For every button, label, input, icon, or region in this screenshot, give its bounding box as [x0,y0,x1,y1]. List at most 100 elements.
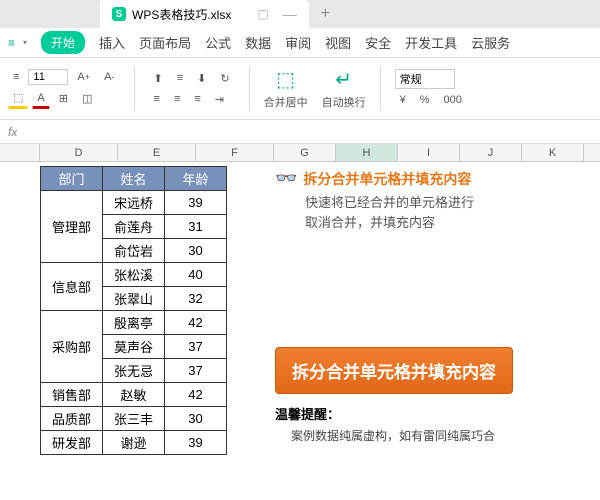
number-format-select[interactable]: 常规 [395,69,455,89]
formula-bar: fx [0,120,600,144]
menu-insert[interactable]: 插入 [99,33,125,52]
font-color-icon[interactable]: A [32,89,49,109]
header-cell[interactable]: 部门 [41,167,103,191]
remind-text: 案例数据纯属虚构，如有雷同纯属巧合 [291,427,565,444]
increase-font-icon[interactable]: A+ [72,68,95,86]
age-cell[interactable]: 32 [165,287,227,311]
col-header-I[interactable]: I [398,144,460,161]
name-cell[interactable]: 张松溪 [103,263,165,287]
age-cell[interactable]: 31 [165,215,227,239]
menu-devtools[interactable]: 开发工具 [405,33,457,52]
header-cell[interactable]: 姓名 [103,167,165,191]
age-cell[interactable]: 42 [165,311,227,335]
dept-cell[interactable]: 品质部 [41,407,103,431]
data-table: 部门姓名年龄 管理部宋远桥39俞莲舟31俞岱岩30信息部张松溪40张翠山32采购… [40,166,227,455]
table-row: 销售部赵敏42 [41,383,227,407]
separator [134,66,135,111]
menu-layout[interactable]: 页面布局 [139,33,191,52]
info-panel: 👓 拆分合并单元格并填充内容 快速将已经合并的单元格进行 取消合并，并填充内容 … [275,168,565,444]
age-cell[interactable]: 30 [165,407,227,431]
name-cell[interactable]: 张无忌 [103,359,165,383]
merge-icon: ⬚ [274,68,298,92]
border2-icon[interactable]: ◫ [77,89,97,108]
comma-icon[interactable]: 000 [439,91,467,109]
dept-cell[interactable]: 管理部 [41,191,103,263]
age-cell[interactable]: 40 [165,263,227,287]
name-cell[interactable]: 俞岱岩 [103,239,165,263]
age-cell[interactable]: 39 [165,191,227,215]
align-bot-icon[interactable]: ⬇ [192,69,211,88]
age-cell[interactable]: 37 [165,359,227,383]
name-cell[interactable]: 谢逊 [103,431,165,455]
age-cell[interactable]: 39 [165,431,227,455]
col-header-G[interactable]: G [274,144,336,161]
align-right-icon[interactable]: ≡ [189,90,205,108]
menu-file-icon[interactable]: ≡ [8,36,15,50]
border-icon[interactable]: ⊞ [54,89,73,108]
decrease-font-icon[interactable]: A- [99,68,119,86]
name-cell[interactable]: 张三丰 [103,407,165,431]
info-title-row: 👓 拆分合并单元格并填充内容 [275,168,565,189]
menu-formula[interactable]: 公式 [205,33,231,52]
col-header-J[interactable]: J [460,144,522,161]
header-cell[interactable]: 年龄 [165,167,227,191]
column-headers: DEFGHIJK [0,144,600,162]
menubar: ≡ ▾ 开始 插入 页面布局 公式 数据 审阅 视图 安全 开发工具 云服务 [0,28,600,58]
name-cell[interactable]: 殷离亭 [103,311,165,335]
wrap-text-button[interactable]: ↵ 自动换行 [322,68,366,110]
menu-start[interactable]: 开始 [41,31,85,54]
indent-icon[interactable]: ⇥ [210,90,229,109]
merge-center-button[interactable]: ⬚ 合并居中 [264,68,308,110]
tab-window-icon[interactable]: ▢ [257,7,268,21]
dept-cell[interactable]: 信息部 [41,263,103,311]
table-row: 品质部张三丰30 [41,407,227,431]
age-cell[interactable]: 42 [165,383,227,407]
dept-cell[interactable]: 销售部 [41,383,103,407]
wps-sheet-icon: S [112,7,126,21]
age-cell[interactable]: 37 [165,335,227,359]
age-cell[interactable]: 30 [165,239,227,263]
align-top-icon[interactable]: ≡ [8,68,24,86]
table-row: 采购部殷离亭42 [41,311,227,335]
name-cell[interactable]: 俞莲舟 [103,215,165,239]
col-header-K[interactable]: K [522,144,584,161]
split-merge-button[interactable]: 拆分合并单元格并填充内容 [275,347,513,394]
align-left-icon[interactable]: ≡ [149,90,165,108]
name-cell[interactable]: 赵敏 [103,383,165,407]
col-header-H[interactable]: H [336,144,398,161]
dept-cell[interactable]: 研发部 [41,431,103,455]
align-mid-icon[interactable]: ≡ [172,69,188,87]
table-row: 研发部谢逊39 [41,431,227,455]
tab-close-icon[interactable]: — [283,6,297,22]
new-tab-button[interactable]: + [321,5,330,23]
col-header-E[interactable]: E [118,144,196,161]
menu-left-icons: ≡ ▾ [8,36,27,50]
fill-color-icon[interactable]: ⬚ [8,88,28,109]
font-size-input[interactable]: 11 [28,69,68,85]
glasses-icon: 👓 [275,168,297,189]
chevron-down-icon[interactable]: ▾ [23,38,27,47]
name-cell[interactable]: 张翠山 [103,287,165,311]
menu-security[interactable]: 安全 [365,33,391,52]
col-header-F[interactable]: F [196,144,274,161]
orientation-icon[interactable]: ↻ [215,69,234,88]
table-row: 信息部张松溪40 [41,263,227,287]
align-top2-icon[interactable]: ⬆ [149,69,168,88]
currency-icon[interactable]: ¥ [395,91,411,109]
name-cell[interactable]: 宋远桥 [103,191,165,215]
file-tab[interactable]: S WPS表格技巧.xlsx ▢ — [100,0,309,28]
menu-review[interactable]: 审阅 [285,33,311,52]
corner-cell[interactable] [0,144,40,161]
remind-title: 温馨提醒： [275,404,565,423]
name-cell[interactable]: 莫声谷 [103,335,165,359]
menu-view[interactable]: 视图 [325,33,351,52]
col-header-D[interactable]: D [40,144,118,161]
info-desc: 快速将已经合并的单元格进行 取消合并，并填充内容 [305,193,565,232]
fx-label: fx [8,125,17,139]
menu-data[interactable]: 数据 [245,33,271,52]
percent-icon[interactable]: % [415,91,435,109]
dept-cell[interactable]: 采购部 [41,311,103,383]
align-center-icon[interactable]: ≡ [169,90,185,108]
titlebar: S WPS表格技巧.xlsx ▢ — + [0,0,600,28]
menu-cloud[interactable]: 云服务 [471,33,510,52]
